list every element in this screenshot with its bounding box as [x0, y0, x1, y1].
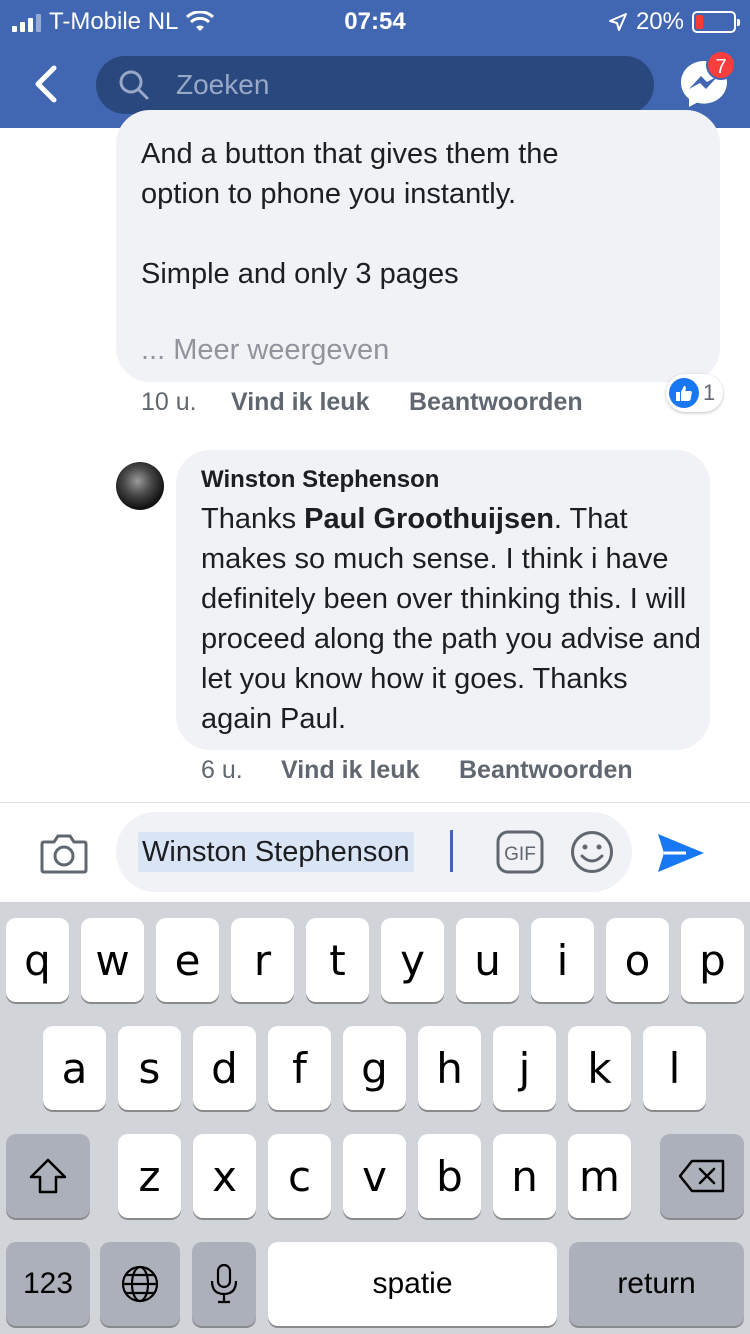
like-link[interactable]: Vind ik leuk — [231, 388, 409, 417]
location-arrow-icon — [608, 13, 627, 31]
key-x[interactable]: x — [193, 1134, 256, 1218]
like-link[interactable]: Vind ik leuk — [281, 756, 459, 785]
key-a[interactable]: a — [43, 1026, 106, 1110]
numbers-key[interactable]: 123 — [6, 1242, 90, 1326]
keyboard: q w e r t y u i o p a s d f g h j k l z … — [0, 902, 750, 1334]
key-p[interactable]: p — [681, 918, 744, 1002]
key-t[interactable]: t — [306, 918, 369, 1002]
key-c[interactable]: c — [268, 1134, 331, 1218]
comment-text: And a button that gives them the option … — [141, 134, 701, 294]
battery-icon — [692, 11, 740, 33]
key-d[interactable]: d — [193, 1026, 256, 1110]
key-g[interactable]: g — [343, 1026, 406, 1110]
comment-line: And a button that gives them the — [141, 138, 559, 170]
top-nav-bar: T-Mobile NL 07:54 20% Zoeken 7 — [0, 0, 750, 128]
emoji-icon[interactable] — [570, 830, 614, 874]
dictation-key[interactable] — [192, 1242, 256, 1326]
gif-label: GIF — [504, 844, 536, 865]
gif-icon[interactable]: GIF — [496, 830, 544, 874]
key-y[interactable]: y — [381, 918, 444, 1002]
key-e[interactable]: e — [156, 918, 219, 1002]
key-n[interactable]: n — [493, 1134, 556, 1218]
reaction-summary[interactable]: 1 — [666, 374, 724, 412]
see-more-link[interactable]: ... Meer weergeven — [141, 334, 389, 367]
comment-line: Simple and only 3 pages — [141, 258, 459, 290]
comment-actions: 6 u. Vind ik leuk Beantwoorden — [201, 756, 633, 785]
key-l[interactable]: l — [643, 1026, 706, 1110]
shift-icon — [29, 1158, 67, 1194]
comment-author[interactable]: Winston Stephenson — [201, 466, 439, 494]
key-q[interactable]: q — [6, 918, 69, 1002]
search-icon — [119, 70, 149, 100]
messenger-badge: 7 — [706, 50, 736, 80]
key-j[interactable]: j — [493, 1026, 556, 1110]
camera-icon[interactable] — [40, 832, 88, 874]
avatar[interactable] — [116, 462, 164, 510]
send-icon[interactable] — [656, 830, 706, 876]
text-caret — [450, 830, 453, 872]
reply-link[interactable]: Beantwoorden — [459, 756, 633, 785]
key-f[interactable]: f — [268, 1026, 331, 1110]
key-h[interactable]: h — [418, 1026, 481, 1110]
battery-percent: 20% — [635, 8, 684, 35]
backspace-key[interactable] — [660, 1134, 744, 1218]
comment-text-prefix: Thanks — [201, 503, 305, 535]
system-indicators: 20% — [608, 8, 740, 36]
shift-key[interactable] — [6, 1134, 90, 1218]
comment-line: option to phone you instantly. — [141, 178, 517, 210]
globe-icon — [121, 1265, 159, 1303]
key-u[interactable]: u — [456, 918, 519, 1002]
key-i[interactable]: i — [531, 918, 594, 1002]
status-bar: T-Mobile NL 07:54 20% — [0, 0, 750, 40]
search-bar[interactable]: Zoeken — [96, 56, 654, 114]
key-b[interactable]: b — [418, 1134, 481, 1218]
globe-key[interactable] — [100, 1242, 180, 1326]
key-s[interactable]: s — [118, 1026, 181, 1110]
back-arrow-icon[interactable] — [28, 62, 68, 106]
key-o[interactable]: o — [606, 918, 669, 1002]
space-key[interactable]: spatie — [268, 1242, 557, 1326]
comment-time: 10 u. — [141, 388, 197, 416]
return-key[interactable]: return — [569, 1242, 744, 1326]
key-k[interactable]: k — [568, 1026, 631, 1110]
key-m[interactable]: m — [568, 1134, 631, 1218]
microphone-icon — [210, 1263, 238, 1304]
key-w[interactable]: w — [81, 918, 144, 1002]
mention-link[interactable]: Paul Groothuijsen — [304, 503, 554, 535]
thumbs-up-icon — [669, 378, 699, 408]
comment-line-blank — [141, 214, 701, 254]
key-r[interactable]: r — [231, 918, 294, 1002]
key-v[interactable]: v — [343, 1134, 406, 1218]
reply-link[interactable]: Beantwoorden — [409, 388, 583, 417]
comment-text: Thanks Paul Groothuijsen. That makes so … — [201, 499, 701, 739]
comment-text-suffix: . That makes so much sense. I think i ha… — [201, 503, 701, 735]
comment-input-value[interactable]: Winston Stephenson — [138, 832, 414, 872]
reaction-count: 1 — [703, 380, 716, 405]
key-z[interactable]: z — [118, 1134, 181, 1218]
search-placeholder: Zoeken — [176, 69, 270, 100]
backspace-icon — [678, 1159, 725, 1193]
comment-time: 6 u. — [201, 756, 243, 784]
comment-actions: 10 u. Vind ik leuk Beantwoorden — [141, 388, 583, 417]
